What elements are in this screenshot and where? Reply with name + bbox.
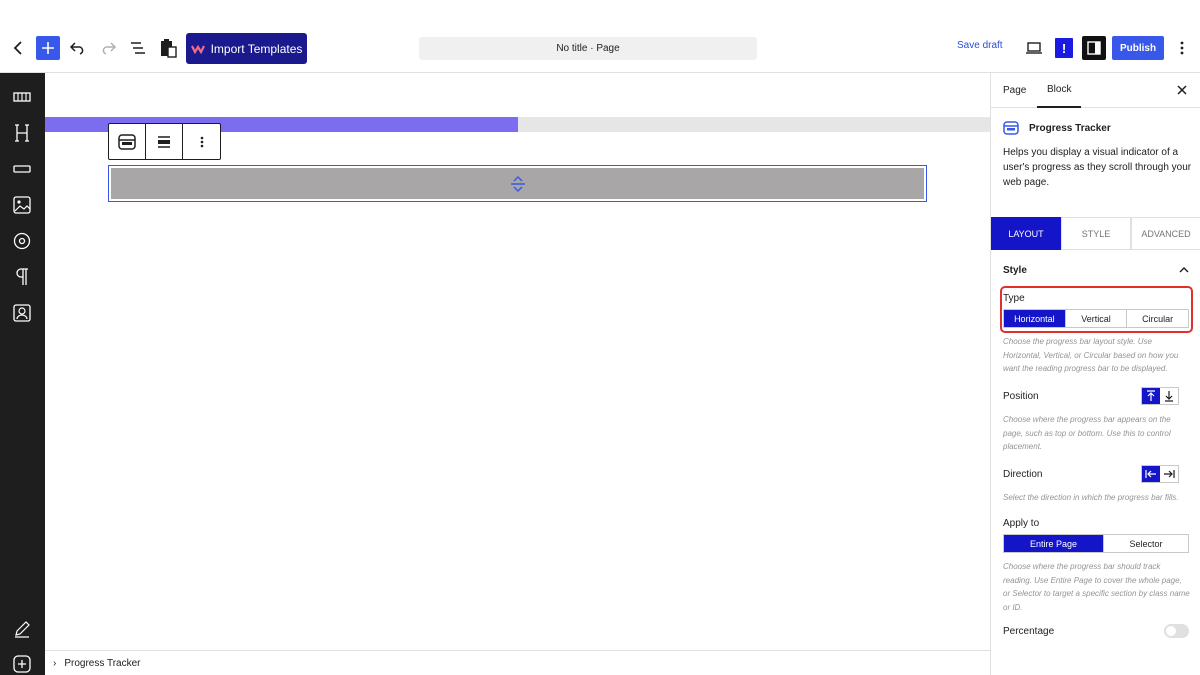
plus-icon[interactable] <box>36 36 60 60</box>
settings-icon[interactable] <box>1082 36 1106 60</box>
user-box-icon[interactable] <box>11 302 33 324</box>
block-toolbar <box>108 123 221 160</box>
button-icon[interactable] <box>11 158 33 180</box>
position-help-text: Choose where the progress bar appears on… <box>1003 415 1171 451</box>
percentage-label: Percentage <box>1003 626 1055 637</box>
apply-to-selector: Entire Page Selector <box>1003 534 1189 553</box>
edit-pencil-icon[interactable] <box>11 618 33 640</box>
section-title: Style <box>1003 264 1027 276</box>
clipboard-icon[interactable] <box>156 36 180 60</box>
progress-tracker-icon <box>1003 121 1019 135</box>
type-circular-option[interactable]: Circular <box>1127 310 1188 327</box>
direction-help-text: Select the direction in which the progre… <box>1003 493 1179 502</box>
type-horizontal-option[interactable]: Horizontal <box>1004 310 1066 327</box>
settings-segments: LAYOUT STYLE ADVANCED <box>991 217 1200 250</box>
block-name: Progress Tracker <box>1029 122 1111 134</box>
breadcrumb: › Progress Tracker <box>45 650 990 675</box>
notice-button[interactable]: ! <box>1055 38 1073 58</box>
block-description: Helps you display a visual indicator of … <box>1003 147 1192 188</box>
align-top-icon[interactable] <box>1142 388 1160 404</box>
apply-selector-option[interactable]: Selector <box>1103 535 1188 552</box>
block-card-header: Progress Tracker <box>1003 121 1111 135</box>
apply-to-label: Apply to <box>1003 518 1040 529</box>
tab-block[interactable]: Block <box>1037 73 1082 108</box>
settings-panel: Page Block Progress Tracker Helps you di… <box>990 73 1200 675</box>
tab-page[interactable]: Page <box>1003 73 1026 108</box>
publish-button[interactable]: Publish <box>1112 36 1164 60</box>
direction-label: Direction <box>1003 469 1043 480</box>
more-options-icon[interactable] <box>183 124 220 159</box>
direction-selector <box>1141 465 1179 483</box>
breadcrumb-item[interactable]: Progress Tracker <box>64 658 140 669</box>
percentage-toggle[interactable] <box>1164 624 1189 638</box>
paragraph-icon[interactable] <box>11 266 33 288</box>
progress-tracker-block[interactable] <box>108 165 927 202</box>
position-selector <box>1141 387 1179 405</box>
chevron-left-icon[interactable] <box>8 36 28 60</box>
list-view-icon[interactable] <box>126 36 150 60</box>
block-sidebar <box>0 73 45 675</box>
block-placeholder <box>111 168 924 199</box>
toggle-knob <box>1166 626 1176 636</box>
desktop-icon[interactable] <box>1023 38 1045 58</box>
type-label: Type <box>1003 293 1025 304</box>
document-title[interactable]: No title · Page <box>419 37 757 60</box>
import-templates-button[interactable]: Import Templates <box>186 33 307 64</box>
heading-icon[interactable] <box>11 122 33 144</box>
panel-tabs: Page Block <box>991 73 1200 108</box>
arrow-left-bar-icon[interactable] <box>1142 466 1160 482</box>
save-draft-button[interactable]: Save draft <box>957 40 1003 51</box>
apply-entire-page-option[interactable]: Entire Page <box>1004 535 1103 552</box>
tab-layout[interactable]: LAYOUT <box>991 217 1061 250</box>
tab-advanced[interactable]: ADVANCED <box>1131 217 1200 250</box>
image-icon[interactable] <box>11 194 33 216</box>
import-templates-label: Import Templates <box>210 41 303 56</box>
templates-logo-icon <box>190 44 205 54</box>
top-toolbar: Import Templates No title · Page Save dr… <box>0 0 1200 73</box>
resize-handle-icon[interactable] <box>509 175 527 193</box>
breadcrumb-arrow: › <box>53 657 57 669</box>
type-help-text: Choose the progress bar layout style. Us… <box>1003 337 1179 373</box>
editor-canvas[interactable] <box>45 73 990 650</box>
type-selector: Horizontal Vertical Circular <box>1003 309 1189 328</box>
align-bottom-icon[interactable] <box>1160 388 1178 404</box>
tab-style[interactable]: STYLE <box>1061 217 1131 250</box>
position-label: Position <box>1003 391 1039 402</box>
apply-to-help-text: Choose where the progress bar should tra… <box>1003 562 1190 612</box>
block-grid-icon[interactable] <box>11 86 33 108</box>
arrow-right-bar-icon[interactable] <box>1160 466 1178 482</box>
style-section-header[interactable]: Style <box>1003 262 1189 278</box>
align-icon[interactable] <box>146 124 183 159</box>
more-vertical-icon[interactable] <box>1174 38 1190 58</box>
circle-icon[interactable] <box>11 230 33 252</box>
add-circle-icon[interactable] <box>11 653 33 675</box>
type-vertical-option[interactable]: Vertical <box>1066 310 1128 327</box>
redo-icon[interactable] <box>96 36 120 60</box>
chevron-up-icon[interactable] <box>1179 267 1189 273</box>
block-type-icon[interactable] <box>109 124 146 159</box>
close-icon[interactable] <box>1175 83 1189 97</box>
undo-icon[interactable] <box>66 36 90 60</box>
